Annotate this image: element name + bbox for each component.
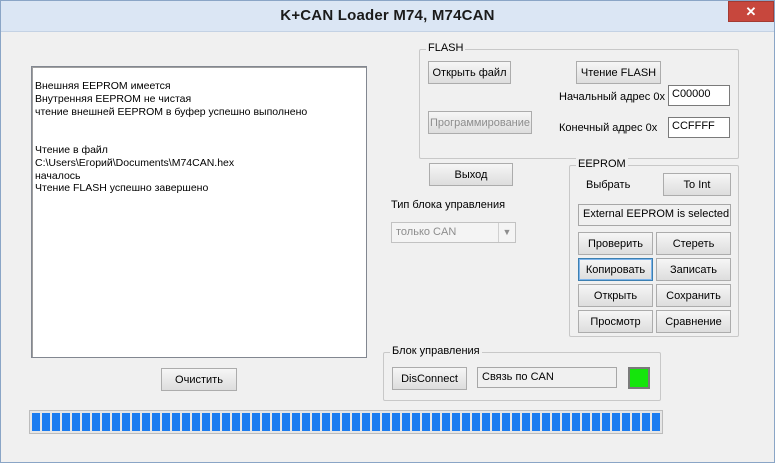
to-int-button[interactable]: To Int (663, 173, 731, 196)
ecu-group-label: Блок управления (390, 345, 482, 357)
program-button[interactable]: Программирование (428, 111, 532, 134)
log-line: Внешняя EEPROM имеется (35, 80, 171, 92)
save-eeprom-button[interactable]: Сохранить (656, 284, 731, 307)
compare-button[interactable]: Сравнение (656, 310, 731, 333)
log-line: чтение внешней EEPROM в буфер успешно вы… (35, 105, 308, 118)
start-address-input[interactable]: C00000 (668, 85, 730, 106)
flash-group-label: FLASH (426, 42, 466, 54)
disconnect-button[interactable]: DisConnect (392, 367, 467, 390)
start-address-label: Начальный адрес 0x (559, 91, 665, 103)
check-button[interactable]: Проверить (578, 232, 653, 255)
chevron-down-icon[interactable]: ▼ (498, 223, 515, 242)
exit-button[interactable]: Выход (429, 163, 513, 186)
erase-button[interactable]: Стереть (656, 232, 731, 255)
eeprom-group-label: EEPROM (576, 158, 628, 170)
eeprom-select-label: Выбрать (586, 179, 631, 191)
clear-button[interactable]: Очистить (161, 368, 237, 391)
read-flash-button[interactable]: Чтение FLASH (576, 61, 661, 84)
log-line: началось (35, 169, 81, 182)
log-line: Внутренняя EEPROM не чистая (35, 92, 192, 105)
ecu-type-select[interactable]: только CAN ▼ (391, 222, 516, 243)
log-line: C:\Users\Егорий\Documents\M74CAN.hex (35, 156, 235, 169)
open-eeprom-button[interactable]: Открыть (578, 284, 653, 307)
progress-fill (32, 413, 660, 431)
copy-button[interactable]: Копировать (578, 258, 653, 281)
connection-indicator-led (628, 367, 650, 389)
write-button[interactable]: Записать (656, 258, 731, 281)
log-textarea[interactable]: Внешняя EEPROM имеется Внутренняя EEPROM … (31, 66, 367, 358)
title-bar[interactable]: K+CAN Loader M74, M74CAN ✕ (1, 1, 774, 32)
close-icon: ✕ (745, 4, 757, 19)
end-address-label: Конечный адрес 0x (559, 122, 658, 134)
window-title: K+CAN Loader M74, M74CAN (280, 7, 495, 24)
end-address-input[interactable]: CCFFFF (668, 117, 730, 138)
ecu-type-label: Тип блока управления (391, 199, 506, 211)
main-window: K+CAN Loader M74, M74CAN ✕ Внешняя EEPRO… (0, 0, 775, 463)
client-area: Внешняя EEPROM имеется Внутренняя EEPROM … (9, 32, 766, 456)
eeprom-status: External EEPROM is selected (578, 204, 731, 226)
view-button[interactable]: Просмотр (578, 310, 653, 333)
open-file-button[interactable]: Открыть файл (428, 61, 511, 84)
ecu-type-selected: только CAN (396, 226, 457, 238)
log-line: Чтение в файл (35, 143, 108, 156)
close-button[interactable]: ✕ (728, 1, 774, 22)
connection-status: Связь по CAN (477, 367, 617, 388)
progress-bar (29, 410, 663, 434)
log-line: Чтение FLASH успешно завершено (35, 182, 209, 195)
